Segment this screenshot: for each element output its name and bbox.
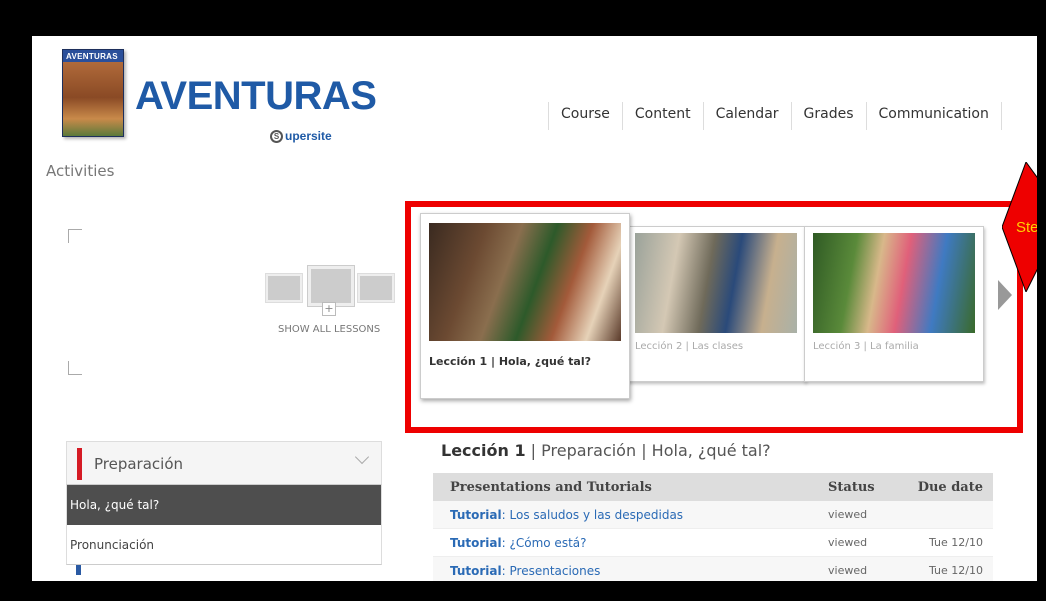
- supersite-logo: S upersite: [270, 129, 332, 143]
- sidebar-item-pronunciacion[interactable]: Pronunciación: [66, 525, 382, 565]
- activity-link[interactable]: Tutorial: Presentaciones: [433, 564, 828, 578]
- lesson-card-label: Lección 1 | Hola, ¿qué tal?: [429, 355, 592, 368]
- activity-kind: Tutorial: [450, 507, 502, 522]
- activity-status: viewed: [828, 564, 868, 577]
- lesson-heading-number: Lección 1: [441, 441, 526, 460]
- activity-title: : Presentaciones: [501, 563, 601, 578]
- page-title: Activities: [46, 162, 115, 180]
- lesson-thumb-icon: [358, 274, 394, 302]
- section-accent-bar: [77, 448, 82, 480]
- table-body: Tutorial: Los saludos y las despedidas v…: [433, 501, 993, 581]
- nav-calendar[interactable]: Calendar: [702, 102, 791, 130]
- sidebar-item-hola[interactable]: Hola, ¿qué tal?: [66, 485, 382, 525]
- supersite-s-icon: S: [270, 129, 283, 143]
- activity-title: : ¿Cómo está?: [501, 535, 587, 550]
- activity-title: : Los saludos y las despedidas: [501, 507, 684, 522]
- activity-link[interactable]: Tutorial: ¿Cómo está?: [433, 536, 828, 550]
- strip-bracket-bottom: [68, 361, 82, 375]
- chevron-down-icon: [354, 449, 370, 465]
- activity-due-date: Tue 12/10: [929, 564, 983, 577]
- column-header-due-date: Due date: [917, 479, 983, 495]
- activity-status: viewed: [828, 508, 868, 521]
- page: AVENTURAS AVENTURAS S upersite Course Co…: [32, 36, 1037, 581]
- supersite-label: upersite: [285, 129, 332, 143]
- lesson-thumb-icon: [266, 274, 302, 302]
- nav-grades[interactable]: Grades: [790, 102, 866, 130]
- step-callout-arrow: Ste: [1002, 162, 1037, 292]
- show-all-lessons-button[interactable]: +: [266, 266, 400, 316]
- nav-communication[interactable]: Communication: [865, 102, 1002, 130]
- plus-icon: +: [322, 302, 336, 316]
- column-header-status: Status: [828, 479, 875, 495]
- top-navigation: Course Content Calendar Grades Communica…: [548, 102, 1002, 130]
- callout-text: Ste: [1016, 219, 1037, 236]
- lesson-card-1[interactable]: Lección 1 | Hola, ¿qué tal?: [420, 213, 630, 399]
- strip-bracket-top: [68, 229, 82, 243]
- sidebar-section-label: Preparación: [94, 455, 184, 473]
- lesson-heading: Lección 1 | Preparación | Hola, ¿qué tal…: [441, 441, 771, 460]
- activity-link[interactable]: Tutorial: Los saludos y las despedidas: [433, 508, 828, 522]
- show-all-lessons-label[interactable]: SHOW ALL LESSONS: [278, 324, 380, 335]
- sidebar-next-section[interactable]: [76, 565, 382, 575]
- nav-content[interactable]: Content: [621, 102, 703, 130]
- lesson-heading-path: | Preparación | Hola, ¿qué tal?: [525, 441, 771, 460]
- lesson-1-photo: [429, 223, 621, 341]
- activity-status: viewed: [828, 536, 868, 549]
- column-header-presentations: Presentations and Tutorials: [450, 479, 652, 495]
- lesson-sidebar: Preparación Hola, ¿qué tal? Pronunciació…: [66, 441, 382, 575]
- table-header: Presentations and Tutorials Status Due d…: [433, 473, 993, 501]
- book-logo-label: AVENTURAS: [66, 52, 118, 61]
- activity-kind: Tutorial: [450, 535, 502, 550]
- lesson-thumb-icon: [308, 266, 354, 306]
- activity-due-date: Tue 12/10: [929, 536, 983, 549]
- brand-title[interactable]: AVENTURAS: [135, 74, 377, 119]
- activities-table: Presentations and Tutorials Status Due d…: [433, 473, 993, 581]
- activity-kind: Tutorial: [450, 563, 502, 578]
- table-row: Tutorial: Presentaciones viewed Tue 12/1…: [433, 557, 993, 581]
- table-row: Tutorial: ¿Cómo está? viewed Tue 12/10: [433, 529, 993, 557]
- nav-course[interactable]: Course: [548, 102, 622, 130]
- table-row: Tutorial: Los saludos y las despedidas v…: [433, 501, 993, 529]
- aventuras-book-logo[interactable]: AVENTURAS: [62, 49, 124, 137]
- sidebar-section-preparacion[interactable]: Preparación: [66, 441, 382, 485]
